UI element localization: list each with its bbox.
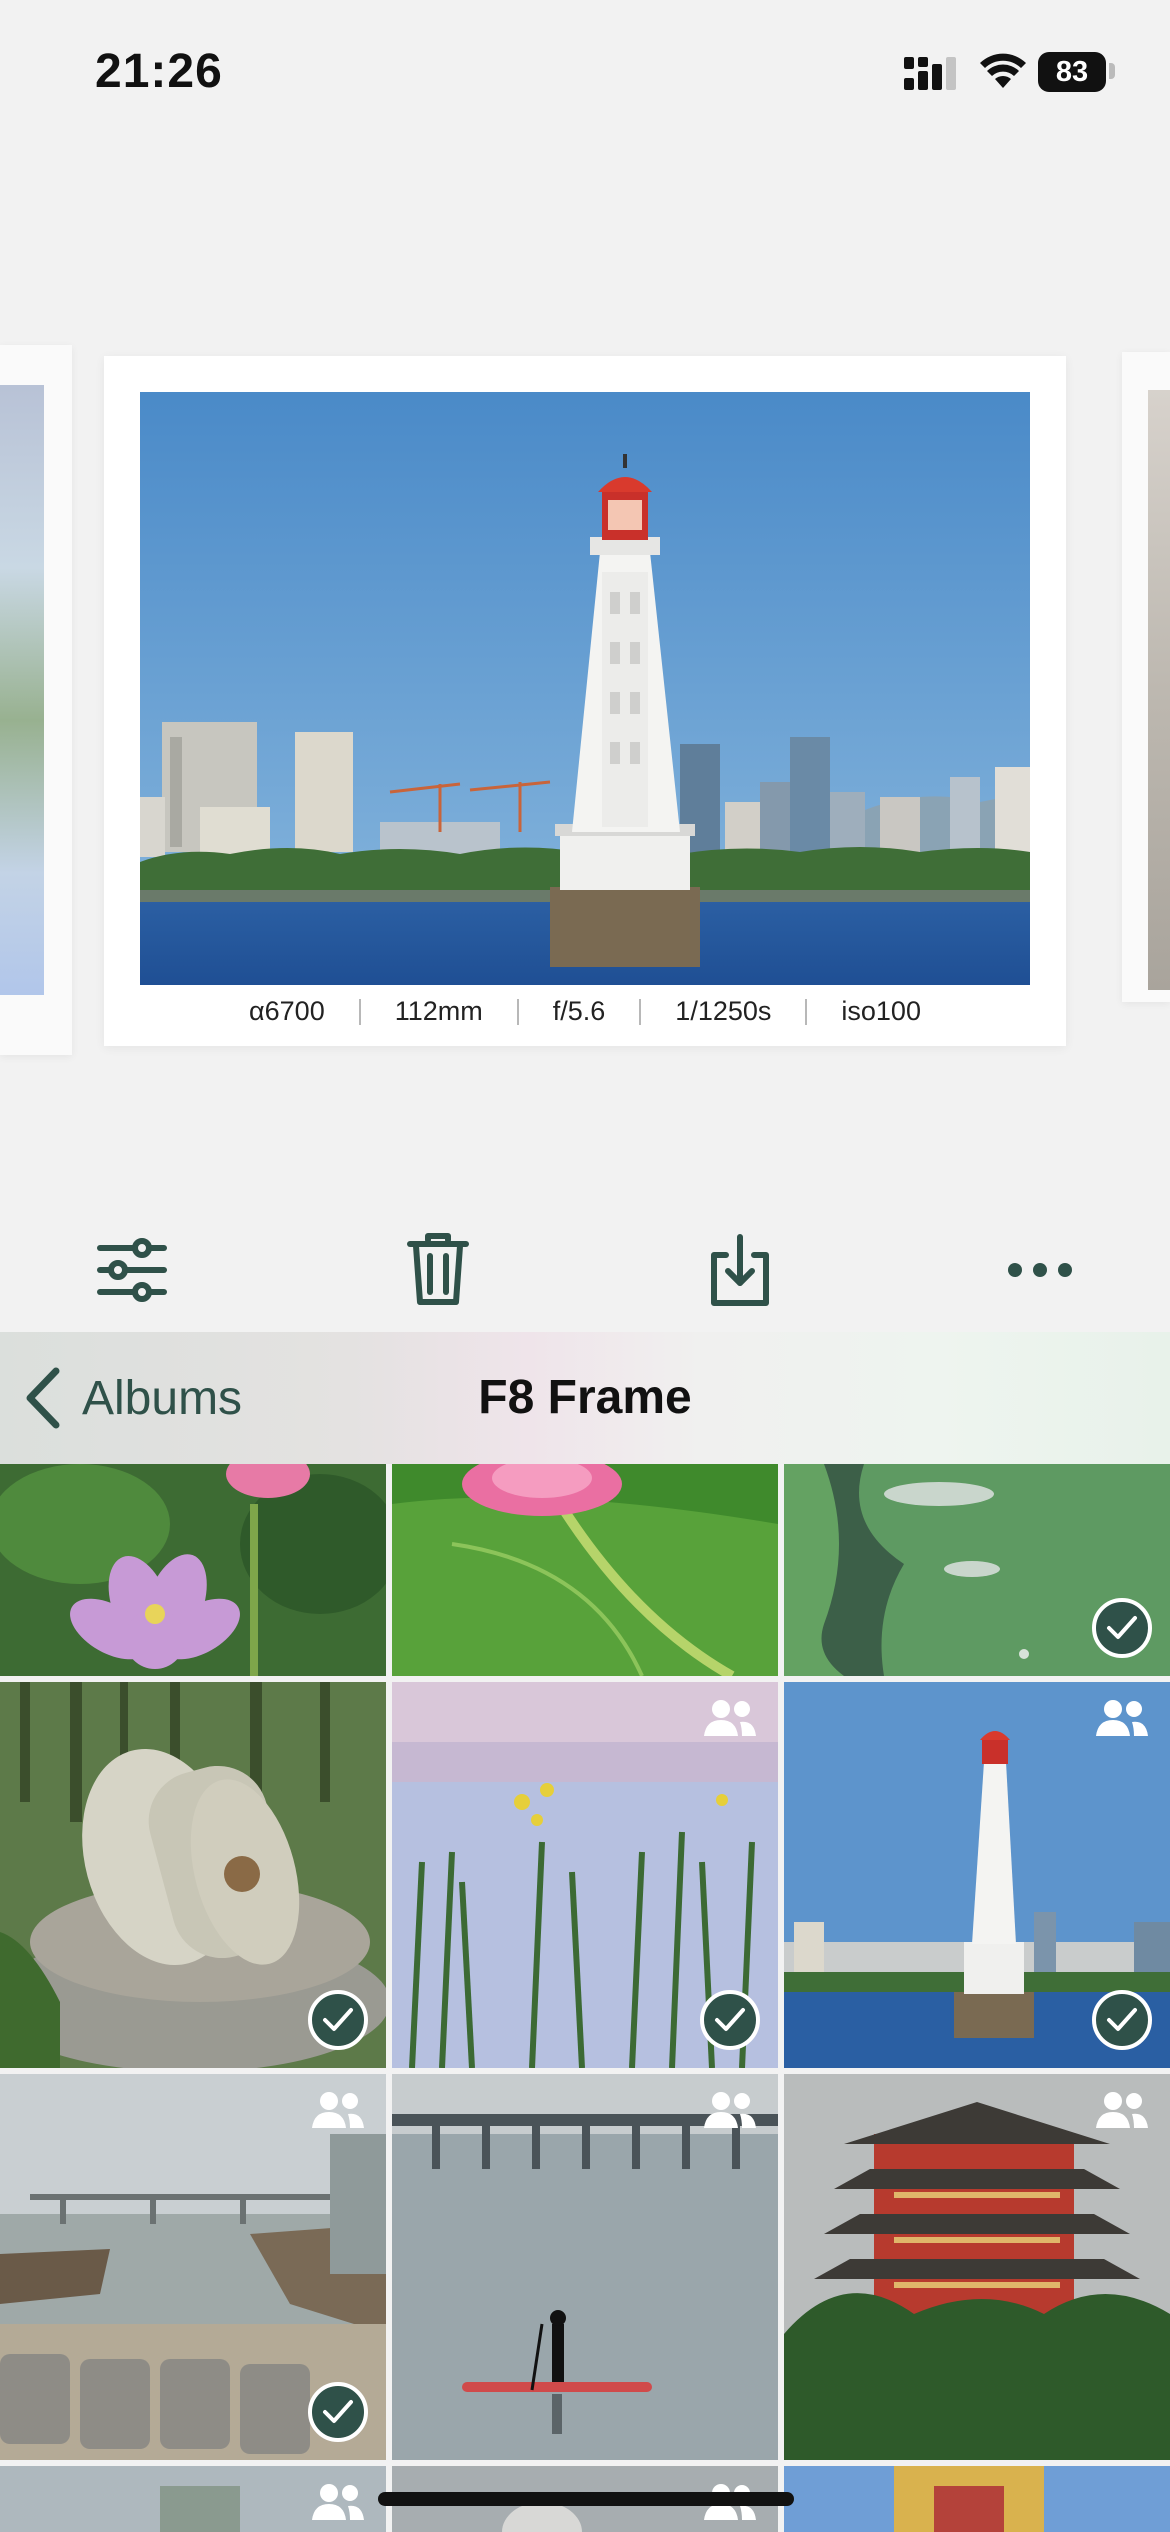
shared-icon — [704, 2092, 756, 2128]
album-nav-header: Albums F8 Frame — [0, 1332, 1170, 1464]
sliders-icon — [97, 1238, 167, 1302]
exif-shutter-speed: 1/1250s — [675, 996, 772, 1026]
selected-check-badge — [308, 2382, 368, 2442]
photo-thumbnail-millstone[interactable] — [0, 1682, 386, 2068]
photo-thumbnail-partial[interactable] — [0, 2466, 386, 2532]
exif-aperture: f/5.6 — [552, 996, 606, 1026]
selected-check-badge — [1092, 1990, 1152, 2050]
download-icon — [711, 1234, 769, 1306]
selected-check-badge — [1092, 1598, 1152, 1658]
home-indicator[interactable] — [378, 2492, 794, 2506]
checkmark-icon — [1107, 1616, 1137, 1639]
previous-photo-card[interactable] — [0, 345, 72, 1055]
delete-button[interactable] — [388, 1220, 488, 1320]
checkmark-icon — [323, 2400, 353, 2423]
shared-icon — [312, 2092, 364, 2128]
next-photo-card[interactable] — [1122, 352, 1170, 1002]
exif-camera: α6700 — [249, 996, 325, 1026]
photo-thumbnail-lotus[interactable] — [0, 1464, 386, 1676]
album-title: F8 Frame — [478, 1371, 692, 1424]
selected-check-badge — [700, 1990, 760, 2050]
lighthouse-photo — [140, 392, 1030, 985]
photo-thumbnail-lighthouse[interactable] — [784, 1682, 1170, 2068]
photo-thumbnail-partial[interactable] — [784, 2466, 1170, 2532]
shared-icon — [704, 1700, 756, 1736]
photo-toolbar — [0, 1220, 1170, 1330]
more-options-button[interactable] — [990, 1220, 1090, 1320]
shared-icon — [1096, 1700, 1148, 1736]
battery-tip — [1109, 63, 1115, 79]
checkmark-icon — [323, 2008, 353, 2031]
trash-icon — [407, 1233, 469, 1305]
exif-focal-length: 112mm — [394, 996, 483, 1026]
exif-iso: iso100 — [841, 996, 921, 1026]
checkmark-icon — [1107, 2008, 1137, 2031]
photo-thumbnail-pagoda[interactable] — [784, 2074, 1170, 2460]
status-bar: 21:26 83 — [0, 0, 1170, 150]
exif-info: α6700 112mm f/5.6 1/1250s iso100 — [104, 996, 1066, 1027]
shared-icon — [312, 2484, 364, 2520]
previous-photo-thumb — [0, 385, 44, 995]
photo-thumbnail-lotus-leaf-water[interactable] — [784, 1464, 1170, 1676]
photo-thumbnail-paddleboard[interactable] — [392, 2074, 778, 2460]
photo-thumbnail-reeds[interactable] — [392, 1682, 778, 2068]
photo-thumbnail-lotus-leaf[interactable] — [392, 1464, 778, 1676]
wifi-icon — [980, 53, 1026, 88]
photo-thumbnail-boats[interactable] — [0, 2074, 386, 2460]
cellular-signal-icon — [904, 57, 956, 90]
adjust-button[interactable] — [82, 1220, 182, 1320]
framed-photo-card[interactable]: α6700 112mm f/5.6 1/1250s iso100 — [104, 356, 1066, 1046]
download-button[interactable] — [690, 1220, 790, 1320]
checkmark-icon — [715, 2008, 745, 2031]
shared-icon — [1096, 2092, 1148, 2128]
selected-check-badge — [308, 1990, 368, 2050]
battery-level: 83 — [1038, 52, 1106, 92]
next-photo-thumb — [1148, 390, 1170, 990]
status-time: 21:26 — [95, 45, 223, 98]
more-icon — [1008, 1263, 1072, 1277]
